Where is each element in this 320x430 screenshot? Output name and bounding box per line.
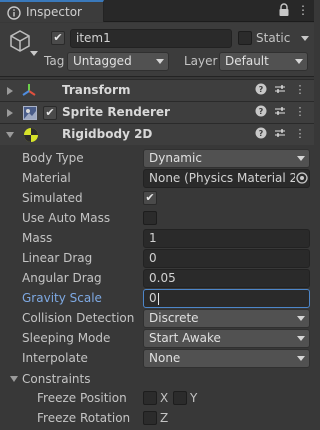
linear-drag-input[interactable]: 0 — [143, 249, 310, 268]
static-checkbox[interactable] — [238, 31, 252, 45]
more-vertical-icon[interactable]: ⋮ — [296, 3, 310, 17]
component-title: Transform — [62, 83, 131, 97]
linear-drag-label: Linear Drag — [22, 251, 93, 265]
tag-label: Tag — [44, 54, 65, 68]
material-label: Material — [22, 171, 71, 185]
angular-drag-label: Angular Drag — [22, 271, 102, 285]
simulated-checkbox[interactable]: ✔ — [143, 191, 157, 205]
active-checkbox[interactable]: ✔ — [51, 31, 65, 45]
preset-sliders-icon[interactable] — [273, 105, 287, 119]
sprite-renderer-enabled-checkbox[interactable]: ✔ — [43, 106, 57, 120]
gravity-scale-value: 0 — [149, 291, 157, 305]
constraints-label[interactable]: Constraints — [22, 372, 90, 386]
material-value: None (Physics Material 2D) — [149, 171, 310, 185]
foldout-arrow-icon[interactable] — [6, 132, 14, 138]
component-title: Rigidbody 2D — [62, 127, 153, 141]
mass-input[interactable]: 1 — [143, 229, 310, 248]
svg-text:?: ? — [259, 129, 264, 138]
component-rigidbody-2d[interactable]: Rigidbody 2D ? ⋮ — [0, 123, 314, 145]
freeze-position-x-checkbox[interactable] — [143, 391, 157, 405]
chevron-down-icon — [297, 336, 305, 341]
icon-dropdown-arrow[interactable] — [30, 51, 38, 56]
svg-text:?: ? — [259, 107, 264, 116]
component-transform[interactable]: Transform ? ⋮ — [0, 79, 314, 101]
lock-icon[interactable] — [277, 3, 291, 17]
layer-value: Default — [225, 54, 269, 68]
preset-sliders-icon[interactable] — [273, 83, 287, 97]
more-vertical-icon[interactable]: ⋮ — [293, 105, 307, 119]
interpolate-value: None — [149, 351, 181, 365]
static-label: Static — [256, 31, 291, 45]
sleeping-mode-label: Sleeping Mode — [22, 331, 111, 345]
chevron-down-icon — [297, 156, 305, 161]
tab-bar: Inspector ⋮ — [0, 0, 314, 22]
help-icon[interactable]: ? — [254, 127, 268, 141]
freeze-position-y-checkbox[interactable] — [173, 391, 187, 405]
freeze-rotation-label: Freeze Rotation — [37, 411, 131, 425]
freeze-position-label: Freeze Position — [37, 391, 127, 405]
use-auto-mass-label: Use Auto Mass — [22, 211, 111, 225]
component-title: Sprite Renderer — [62, 105, 170, 119]
use-auto-mass-checkbox[interactable] — [143, 211, 157, 225]
layer-label: Layer — [184, 54, 218, 68]
text-cursor — [157, 292, 159, 305]
gameobject-cube-icon[interactable] — [8, 29, 32, 53]
object-header: ✔ item1 Static Tag Untagged Layer Defaul… — [0, 23, 314, 77]
collision-detection-value: Discrete — [149, 311, 199, 325]
sleeping-mode-value: Start Awake — [149, 331, 221, 345]
chevron-down-icon — [297, 316, 305, 321]
body-type-value: Dynamic — [149, 151, 202, 165]
preset-sliders-icon[interactable] — [273, 127, 287, 141]
freeze-position-x-label: X — [160, 391, 169, 405]
chevron-down-icon — [297, 356, 305, 361]
help-icon[interactable]: ? — [254, 83, 268, 97]
more-vertical-icon[interactable]: ⋮ — [293, 83, 307, 97]
object-picker-icon[interactable] — [295, 171, 309, 185]
svg-text:?: ? — [259, 85, 264, 94]
interpolate-label: Interpolate — [22, 351, 88, 365]
freeze-rotation-z-checkbox[interactable] — [143, 411, 157, 425]
foldout-arrow-icon[interactable] — [7, 109, 13, 117]
mass-label: Mass — [22, 231, 53, 245]
info-icon — [7, 6, 21, 20]
interpolate-dropdown[interactable]: None — [143, 349, 310, 368]
chevron-down-icon — [156, 59, 164, 64]
material-object-field[interactable]: None (Physics Material 2D) — [143, 169, 310, 188]
tab-inspector[interactable]: Inspector — [0, 0, 104, 22]
collision-detection-dropdown[interactable]: Discrete — [143, 309, 310, 328]
tag-dropdown[interactable]: Untagged — [67, 52, 169, 71]
sleeping-mode-dropdown[interactable]: Start Awake — [143, 329, 310, 348]
gravity-scale-input[interactable]: 0 — [143, 289, 310, 308]
more-vertical-icon[interactable]: ⋮ — [293, 127, 307, 141]
transform-icon — [21, 82, 37, 98]
body-type-dropdown[interactable]: Dynamic — [143, 149, 310, 168]
object-name-field[interactable]: item1 — [70, 29, 232, 48]
body-type-label: Body Type — [22, 151, 84, 165]
component-sprite-renderer[interactable]: ✔ Sprite Renderer ? ⋮ — [0, 101, 314, 123]
angular-drag-input[interactable]: 0.05 — [143, 269, 310, 288]
freeze-position-y-label: Y — [190, 391, 198, 405]
layer-dropdown[interactable]: Default — [219, 52, 308, 71]
chevron-down-icon — [295, 59, 303, 64]
rigidbody-2d-icon — [23, 127, 39, 143]
sprite-renderer-icon — [22, 105, 38, 121]
simulated-label: Simulated — [22, 191, 83, 205]
static-dropdown-arrow[interactable] — [301, 36, 309, 41]
tab-label: Inspector — [26, 5, 82, 19]
gravity-scale-label: Gravity Scale — [22, 291, 102, 305]
foldout-arrow-icon[interactable] — [7, 87, 13, 95]
constraints-foldout-icon[interactable] — [10, 376, 18, 382]
collision-detection-label: Collision Detection — [22, 311, 135, 325]
help-icon[interactable]: ? — [254, 105, 268, 119]
freeze-rotation-z-label: Z — [160, 411, 169, 425]
tag-value: Untagged — [73, 54, 132, 68]
